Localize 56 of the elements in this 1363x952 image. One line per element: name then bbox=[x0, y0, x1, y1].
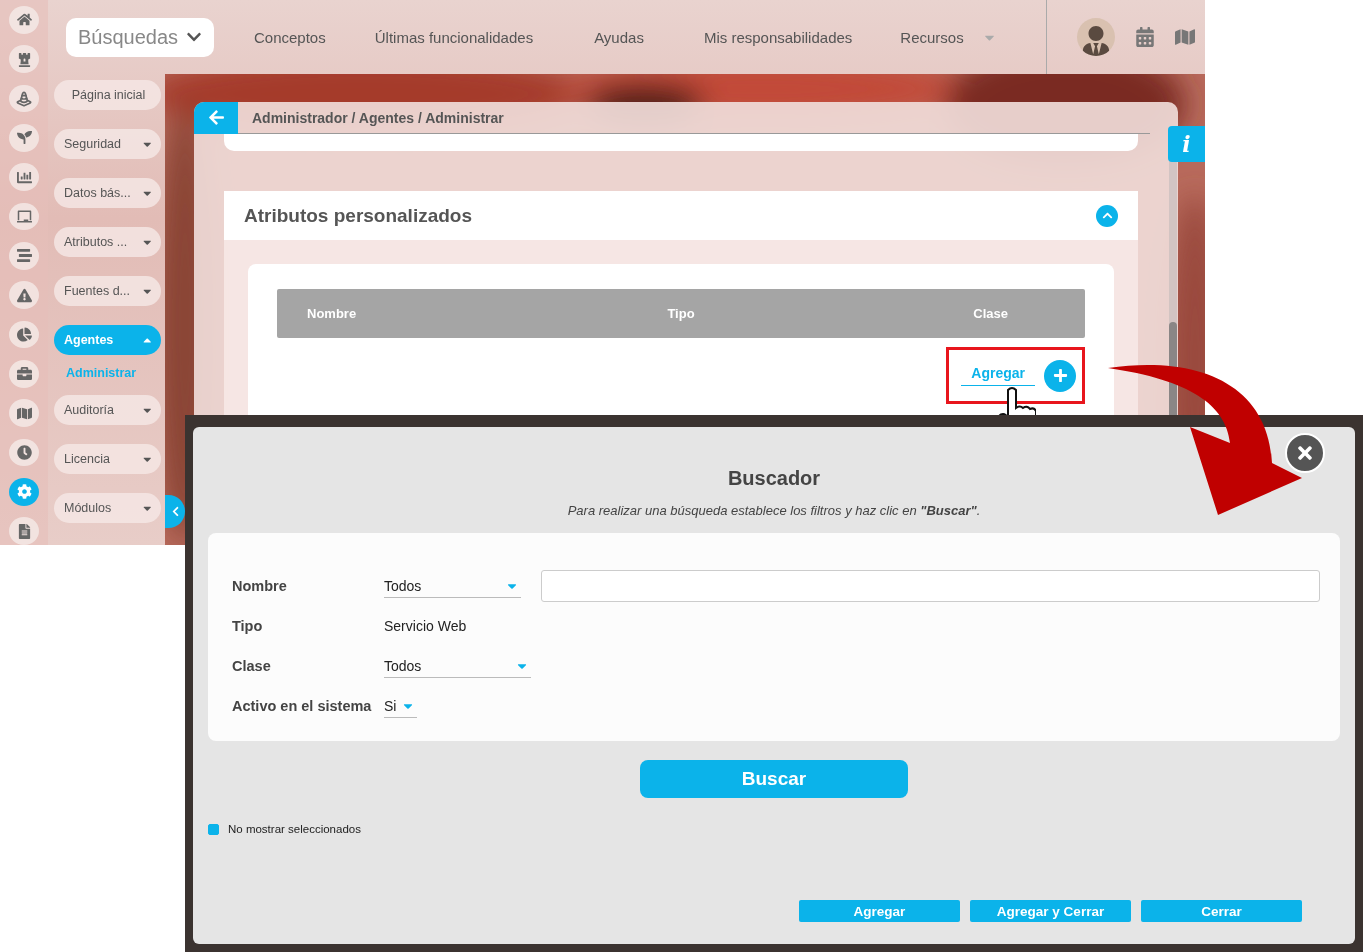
select-field[interactable]: Si bbox=[384, 694, 417, 718]
menu-item[interactable]: Página inicial bbox=[54, 80, 161, 110]
back-arrow-icon bbox=[207, 109, 225, 126]
checkbox[interactable] bbox=[208, 823, 219, 835]
field-value: Servicio Web bbox=[384, 618, 467, 634]
map-icon[interactable] bbox=[9, 399, 39, 428]
search-menu[interactable]: Búsquedas bbox=[66, 17, 214, 57]
menu-item[interactable]: Seguridad bbox=[54, 129, 161, 159]
settings-icon[interactable] bbox=[9, 477, 39, 506]
checkbox-label: No mostrar seleccionados bbox=[228, 823, 361, 835]
warning-icon[interactable] bbox=[9, 281, 39, 310]
bar-chart-icon[interactable] bbox=[9, 163, 39, 192]
field-label: Tipo bbox=[232, 618, 264, 634]
lines-icon[interactable] bbox=[9, 241, 39, 270]
clock-icon[interactable] bbox=[9, 438, 39, 467]
home-icon[interactable] bbox=[9, 6, 39, 34]
breadcrumb: Administrador / Agentes / Administrar bbox=[252, 109, 504, 126]
column-header: Tipo bbox=[666, 306, 696, 321]
close-button[interactable] bbox=[1285, 433, 1325, 473]
presentation-board-icon[interactable] bbox=[9, 202, 39, 231]
nav-link[interactable]: Recursos bbox=[900, 28, 997, 46]
select-field[interactable]: Todos bbox=[384, 574, 521, 598]
menu-item[interactable]: Licencia bbox=[54, 444, 161, 474]
field-label: Nombre bbox=[232, 578, 288, 594]
chevron-up-icon[interactable] bbox=[1096, 204, 1118, 227]
briefcase-icon[interactable] bbox=[9, 359, 39, 388]
avatar[interactable] bbox=[1077, 18, 1115, 56]
plus-icon bbox=[1052, 368, 1068, 383]
calendar-icon[interactable] bbox=[1135, 27, 1155, 47]
field-label: Clase bbox=[232, 658, 272, 674]
input-field[interactable] bbox=[541, 570, 1320, 602]
close-icon bbox=[1295, 443, 1315, 463]
rook-icon[interactable] bbox=[9, 45, 39, 74]
menu-item[interactable]: Fuentes d... bbox=[54, 276, 161, 306]
nav-link[interactable]: Ayudas bbox=[594, 28, 644, 46]
column-header: Clase bbox=[972, 306, 1009, 321]
document-icon[interactable] bbox=[9, 517, 39, 545]
pie-chart-icon[interactable] bbox=[9, 320, 39, 349]
field-label: Activo en el sistema bbox=[232, 698, 373, 714]
menu-item[interactable]: Módulos bbox=[54, 493, 161, 523]
dialog-subtitle: Para realizar una búsqueda establece los filtros y haz clic en "Buscar". bbox=[567, 503, 981, 518]
add-button[interactable] bbox=[1044, 359, 1076, 392]
section-title: Atributos personalizados bbox=[244, 204, 473, 227]
menu-item[interactable]: Auditoría bbox=[54, 395, 161, 425]
map-icon[interactable] bbox=[1175, 27, 1195, 47]
menu-item[interactable]: Datos bás... bbox=[54, 178, 161, 208]
menu-item[interactable]: Atributos ... bbox=[54, 227, 161, 257]
dialog-title: Buscador bbox=[727, 467, 821, 490]
nav-link[interactable]: Mis responsabilidades bbox=[703, 28, 853, 46]
cone-icon[interactable] bbox=[9, 84, 39, 113]
sprout-icon[interactable] bbox=[9, 124, 39, 152]
back-button[interactable] bbox=[194, 102, 238, 134]
nav-link[interactable]: Conceptos bbox=[254, 28, 326, 46]
select-field[interactable]: Todos bbox=[384, 654, 531, 678]
column-header: Nombre bbox=[306, 306, 358, 321]
nav-link[interactable]: Últimas funcionalidades bbox=[374, 28, 534, 46]
